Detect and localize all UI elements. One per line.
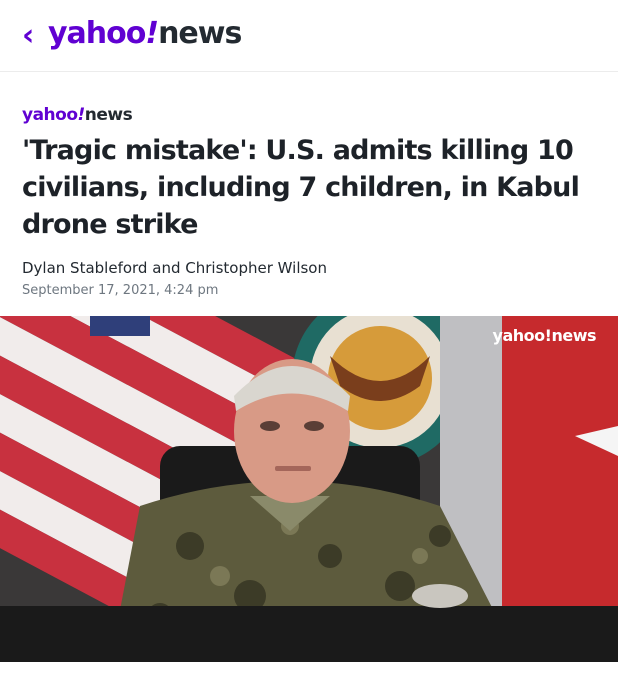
image-watermark: yahoo!news [492, 326, 597, 345]
logo-yahoo-text: yahoo [48, 16, 146, 51]
hero-photo-illustration [0, 316, 618, 662]
author-link[interactable]: Dylan Stableford [22, 259, 147, 277]
article-headline: 'Tragic mistake': U.S. admits killing 10… [22, 135, 580, 240]
article-byline: Dylan Stableford and Christopher Wilson [22, 258, 327, 278]
author-link[interactable]: Christopher Wilson [185, 259, 327, 277]
top-navigation-bar: ‹ yahoo!news [0, 0, 618, 72]
logo-bang-text: ! [145, 16, 159, 51]
publish-timestamp: September 17, 2021, 4:24 pm [22, 283, 219, 298]
article-source-logo[interactable]: yahoo!news [22, 104, 133, 126]
hero-image[interactable]: yahoo!news [0, 316, 618, 662]
source-news-text: news [84, 105, 133, 125]
chevron-left-icon[interactable]: ‹ [22, 18, 46, 54]
page-bottom-margin [0, 662, 618, 680]
yahoo-news-logo[interactable]: yahoo!news [48, 14, 242, 54]
source-yahoo-text: yahoo [22, 105, 78, 125]
byline-conjunction: and [152, 259, 181, 277]
source-bang-text: ! [77, 105, 86, 125]
logo-news-text: news [158, 16, 242, 51]
